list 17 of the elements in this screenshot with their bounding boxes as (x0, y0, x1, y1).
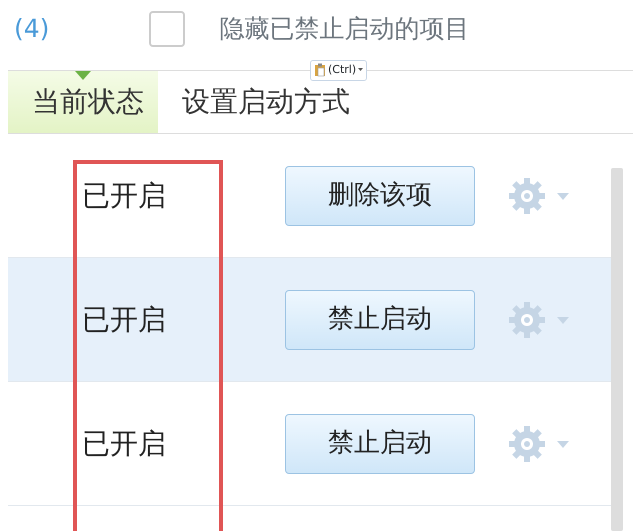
action-button[interactable]: 删除该项 (285, 166, 475, 226)
checkbox[interactable] (149, 11, 186, 47)
paste-options-button[interactable]: (Ctrl) (310, 60, 368, 80)
checkbox-label: 隐藏已禁止启动的项目 (219, 13, 470, 46)
column-header[interactable]: 当前状态 (8, 71, 158, 133)
gear-icon[interactable] (507, 424, 571, 464)
action-button[interactable]: 禁止启动 (285, 414, 475, 474)
clipboard-icon (314, 63, 326, 78)
sort-indicator-icon (75, 71, 91, 81)
status-text: 已开启 (81, 302, 167, 338)
action-button[interactable]: 禁止启动 (285, 290, 475, 350)
scrollbar[interactable] (611, 168, 623, 531)
status-text: 已开启 (81, 426, 167, 462)
gear-icon[interactable] (507, 300, 571, 340)
caret-icon (358, 68, 364, 72)
status-text: 已开启 (81, 178, 167, 214)
gear-icon[interactable] (507, 176, 571, 216)
